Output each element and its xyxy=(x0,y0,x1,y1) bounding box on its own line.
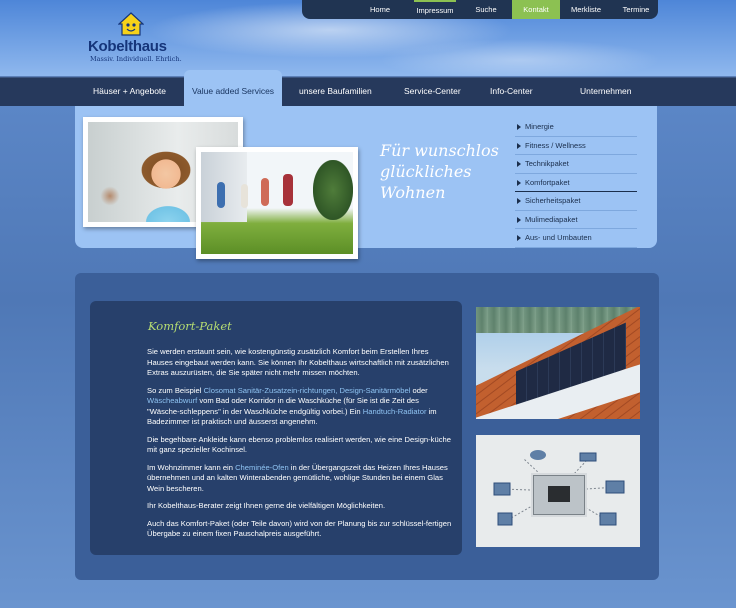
main-nav: Häuser + Angebote Value added Services u… xyxy=(0,70,736,106)
top-nav-termine[interactable]: Termine xyxy=(616,0,656,19)
top-nav-home[interactable]: Home xyxy=(354,0,406,19)
page: { "logo": { "brand": "Kobelthaus", "tagl… xyxy=(0,0,736,608)
main-nav-info-center[interactable]: Info-Center xyxy=(490,78,533,106)
article-paragraph: Sie werden erstaunt sein, wie kostengüns… xyxy=(147,347,449,377)
top-nav: Home Impressum Suche Kontakt Merkliste T… xyxy=(302,0,658,19)
hero-slogan: Für wunschlos glückliches Wohnen xyxy=(380,141,499,202)
link-handtuch-radiator[interactable]: Handtuch-Radiator xyxy=(363,407,427,416)
article-box: Komfort-Paket Sie werden erstaunt sein, … xyxy=(90,301,462,555)
article-paragraph: Auch das Komfort-Paket (oder Teile davon… xyxy=(147,518,452,539)
article-paragraph: So zum Beispiel Closomat Sanitär-Zusatze… xyxy=(147,385,437,427)
top-nav-merkliste[interactable]: Merkliste xyxy=(562,0,610,19)
sub-menu-fitness[interactable]: Fitness / Wellness xyxy=(515,137,637,155)
logo-brand: Kobelthaus xyxy=(88,38,167,55)
article-paragraph: Ihr Kobelthaus-Berater zeigt Ihnen gerne… xyxy=(147,501,386,510)
photo-solar-roof xyxy=(476,307,640,419)
link-cheminee-ofen[interactable]: Cheminée-Ofen xyxy=(235,463,289,472)
sub-menu-minergie[interactable]: Minergie xyxy=(515,118,637,137)
main-nav-baufamilien[interactable]: unsere Baufamilien xyxy=(299,78,372,106)
article-paragraph: Die begehbare Ankleide kann ebenso probl… xyxy=(147,434,451,455)
photo-network-diagram xyxy=(476,435,640,547)
sub-menu-technikpaket[interactable]: Technikpaket xyxy=(515,155,637,174)
house-logo-icon xyxy=(118,12,144,36)
logo[interactable]: Kobelthaus Massiv. Individuell. Ehrlich. xyxy=(88,12,198,64)
link-waescheabwurf[interactable]: Wäscheabwurf xyxy=(147,396,197,405)
article-title: Komfort-Paket xyxy=(148,319,232,333)
main-nav-haeuser[interactable]: Häuser + Angebote xyxy=(93,78,166,106)
article-body: Sie werden erstaunt sein, wie kostengüns… xyxy=(147,347,452,547)
photo-family xyxy=(196,147,358,259)
logo-tagline: Massiv. Individuell. Ehrlich. xyxy=(90,55,182,63)
main-nav-value-added[interactable]: Value added Services xyxy=(184,70,283,106)
sub-menu-mulimediapaket[interactable]: Mulimediapaket xyxy=(515,211,637,229)
top-nav-kontakt[interactable]: Kontakt xyxy=(512,0,560,19)
article-paragraph: Im Wohnzimmer kann ein Cheminée-Ofen in … xyxy=(147,462,448,493)
link-closomat[interactable]: Closomat Sanitär-Zusatzein-richtungen, D… xyxy=(204,386,411,395)
sub-menu-komfortpaket[interactable]: Komfortpaket xyxy=(515,174,637,192)
sub-menu-sicherheitspaket[interactable]: Sicherheitspaket xyxy=(515,192,637,211)
main-nav-unternehmen[interactable]: Unternehmen xyxy=(580,78,632,106)
top-nav-suche[interactable]: Suche xyxy=(466,0,506,19)
main-nav-service-center[interactable]: Service-Center xyxy=(404,78,461,106)
sub-menu: Minergie Fitness / Wellness Technikpaket… xyxy=(515,118,637,248)
sub-menu-umbauten[interactable]: Aus- und Umbauten xyxy=(515,229,637,248)
top-nav-impressum[interactable]: Impressum xyxy=(414,0,456,21)
